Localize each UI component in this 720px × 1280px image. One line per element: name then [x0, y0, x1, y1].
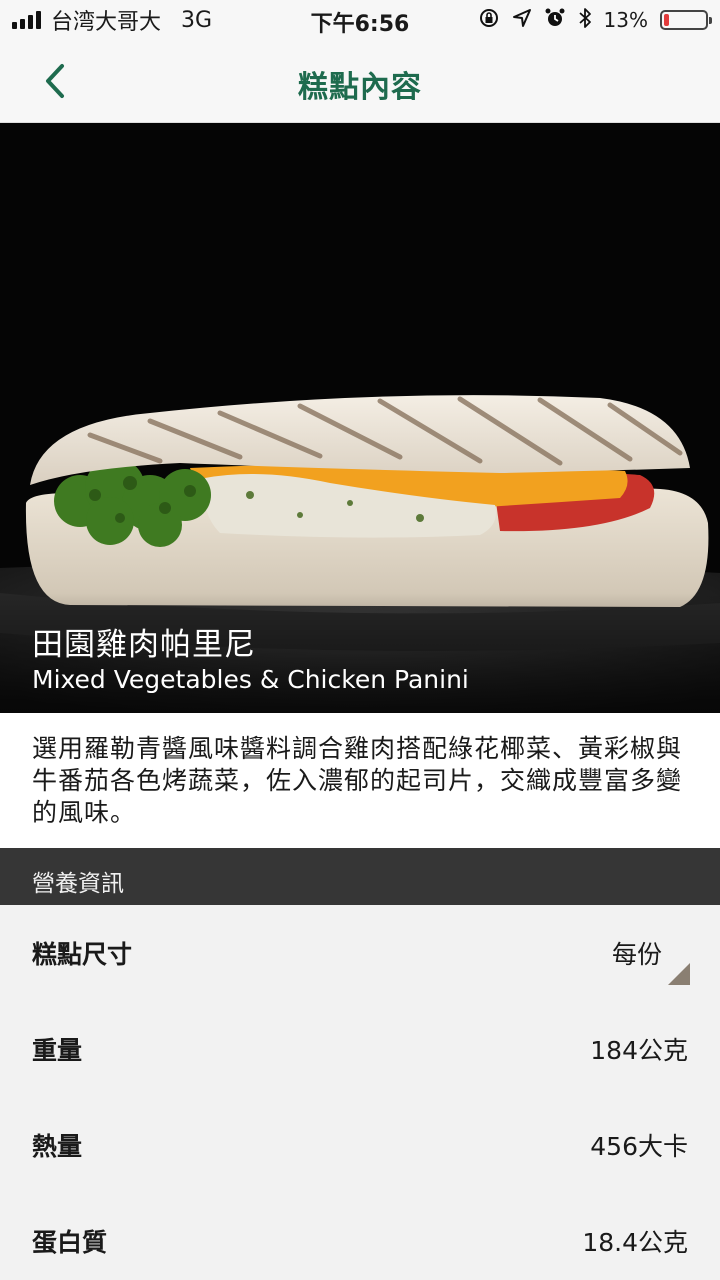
product-name-en: Mixed Vegetables & Chicken Panini [32, 665, 469, 694]
product-description: 選用羅勒青醬風味醬料調合雞肉搭配綠花椰菜、黃彩椒與牛番茄各色烤蔬菜，佐入濃郁的起… [0, 713, 720, 848]
nav-bar: 糕點內容 [0, 40, 720, 123]
nutrition-value: 184公克 [590, 1036, 688, 1065]
nutrition-row-calories: 熱量 456大卡 [0, 1097, 720, 1193]
product-image: 田園雞肉帕里尼 Mixed Vegetables & Chicken Panin… [0, 123, 720, 713]
nutrition-row-weight: 重量 184公克 [0, 1001, 720, 1097]
product-name-zh: 田園雞肉帕里尼 [32, 627, 256, 663]
nutrition-label: 熱量 [32, 1132, 83, 1161]
location-icon [512, 8, 532, 33]
status-bar: 台湾大哥大 3G 下午6:56 13% [0, 0, 720, 40]
size-row: 糕點尺寸 每份 [0, 905, 720, 1001]
status-right: 13% [478, 6, 712, 34]
nutrition-row-protein: 蛋白質 18.4公克 [0, 1193, 720, 1280]
size-label: 糕點尺寸 [32, 940, 133, 969]
battery-fill [664, 14, 669, 26]
size-value: 每份 [611, 940, 662, 969]
page-title: 糕點內容 [298, 70, 422, 105]
bluetooth-icon [578, 7, 592, 34]
size-dropdown[interactable]: 每份 [611, 935, 690, 985]
battery-percent: 13% [603, 8, 648, 32]
nutrition-value: 456大卡 [590, 1132, 688, 1161]
rotation-lock-icon [478, 7, 500, 34]
alarm-icon [544, 7, 566, 34]
nutrition-label: 蛋白質 [32, 1228, 108, 1257]
nutrition-label: 重量 [32, 1036, 83, 1065]
nutrition-list: 糕點尺寸 每份 重量 184公克 熱量 456大卡 蛋白質 18.4公克 [0, 905, 720, 1280]
battery-icon [660, 10, 712, 30]
nutrition-section-header: 營養資訊 [0, 848, 720, 905]
dropdown-corner-icon [668, 963, 690, 985]
nutrition-value: 18.4公克 [582, 1228, 688, 1257]
